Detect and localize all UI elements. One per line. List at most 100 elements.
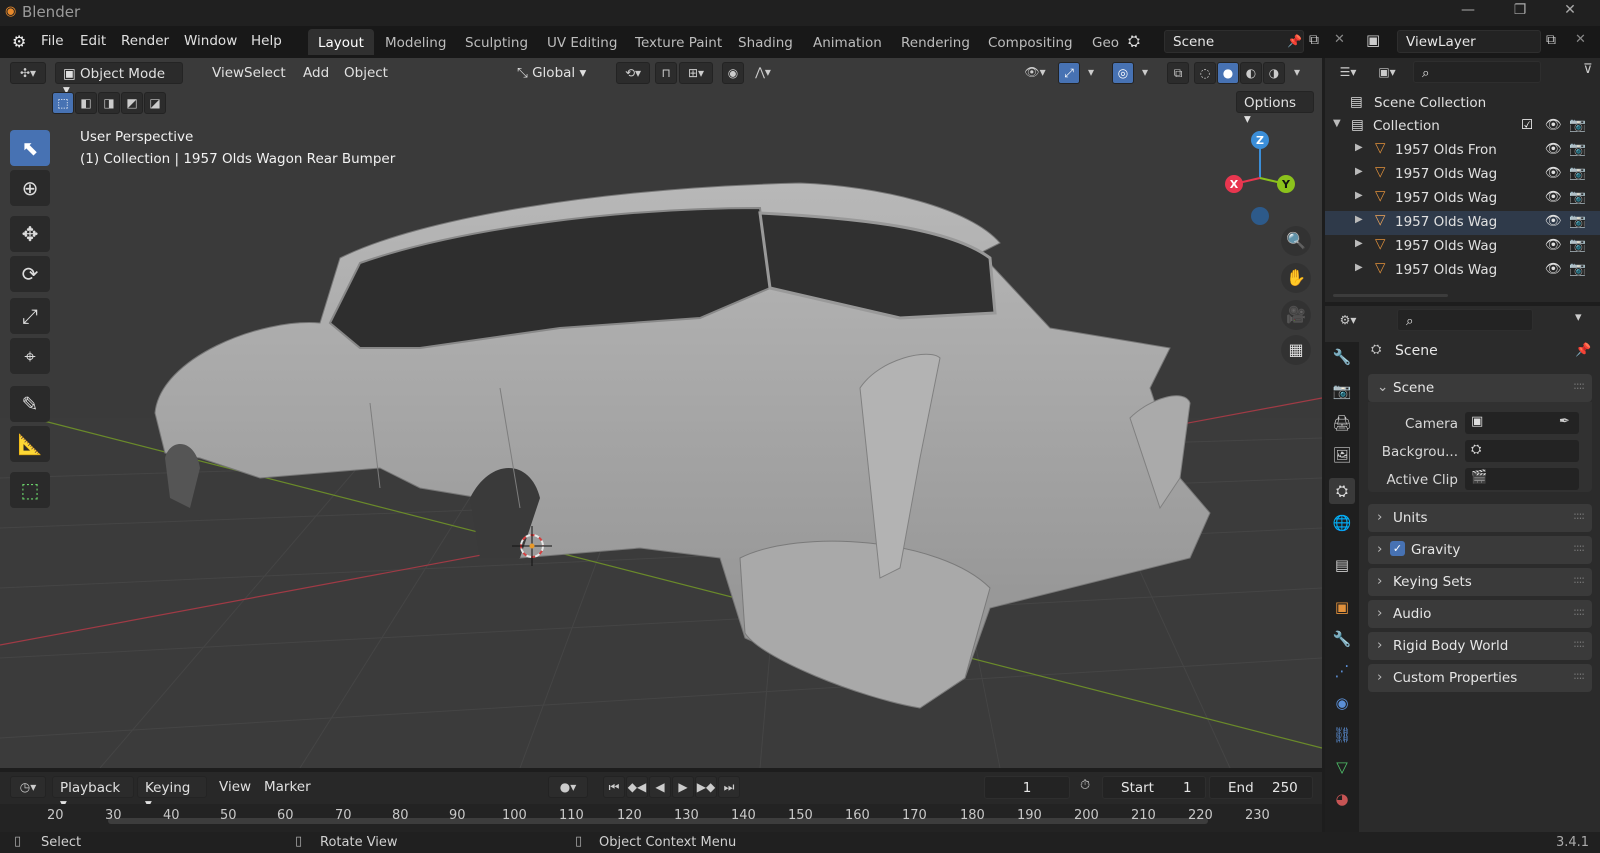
shading-dropdown-icon[interactable]: ▾ bbox=[1288, 62, 1306, 84]
panel-keying-sets[interactable]: › Keying Sets:::: bbox=[1368, 568, 1592, 596]
play-reverse-icon[interactable]: ◀ bbox=[649, 776, 671, 798]
expand-icon[interactable]: ▶ bbox=[1355, 142, 1363, 153]
object-tab-icon[interactable]: ▣ bbox=[1329, 594, 1355, 620]
outliner-row-object[interactable]: ▶ ▽ 1957 Olds Wag 👁 📷 bbox=[1325, 259, 1600, 283]
tab-texture-paint[interactable]: Texture Paint bbox=[625, 29, 732, 55]
pan-view-button[interactable]: ✋ bbox=[1281, 263, 1311, 293]
outliner-editor-type-icon[interactable]: ☰▾ bbox=[1331, 62, 1365, 84]
playback-menu[interactable]: Playback ▾ bbox=[52, 776, 134, 812]
tool-move[interactable]: ✥ bbox=[10, 216, 50, 252]
render-camera-icon[interactable]: 📷 bbox=[1569, 117, 1586, 133]
minimize-button[interactable]: — bbox=[1448, 2, 1488, 24]
render-camera-icon[interactable]: 📷 bbox=[1569, 237, 1586, 253]
select-intersect-icon[interactable]: ◪ bbox=[144, 92, 166, 114]
expand-icon[interactable]: ▶ bbox=[1355, 166, 1363, 177]
prev-keyframe-icon[interactable]: ◆◀ bbox=[626, 776, 648, 798]
wireframe-shading-icon[interactable]: ◌ bbox=[1194, 62, 1216, 84]
marker-menu[interactable]: Marker bbox=[257, 776, 318, 798]
tab-shading[interactable]: Shading bbox=[728, 29, 803, 55]
render-camera-icon[interactable]: 📷 bbox=[1569, 213, 1586, 229]
remove-scene-icon[interactable]: ✕ bbox=[1334, 32, 1345, 47]
end-frame-field[interactable]: End 250 bbox=[1209, 776, 1313, 799]
select-invert-icon[interactable]: ◩ bbox=[121, 92, 143, 114]
eye-icon[interactable]: 👁 bbox=[1545, 261, 1562, 277]
tab-geometry-nodes[interactable]: Geo bbox=[1082, 29, 1129, 55]
collapse-icon[interactable]: ▼ bbox=[1333, 118, 1341, 129]
exclude-checkbox[interactable]: ☑ bbox=[1521, 117, 1533, 133]
tool-measure[interactable]: 📐 bbox=[10, 426, 50, 462]
camera-view-button[interactable]: 🎥 bbox=[1281, 300, 1311, 330]
panel-scene-header[interactable]: ⌄ Scene :::: bbox=[1368, 374, 1592, 402]
drag-handle-icon[interactable]: :::: bbox=[1573, 509, 1585, 522]
outliner-scrollbar[interactable] bbox=[1333, 294, 1448, 297]
expand-icon[interactable]: ▶ bbox=[1355, 262, 1363, 273]
menu-render[interactable]: Render bbox=[121, 33, 169, 49]
data-tab-icon[interactable]: ▽ bbox=[1329, 754, 1355, 780]
outliner-row-object[interactable]: ▶ ▽ 1957 Olds Wag 👁 📷 bbox=[1325, 235, 1600, 259]
drag-handle-icon[interactable]: :::: bbox=[1573, 605, 1585, 618]
tab-sculpting[interactable]: Sculpting bbox=[455, 29, 538, 55]
gravity-checkbox[interactable]: ✓ bbox=[1390, 541, 1405, 556]
pivot-point-icon[interactable]: ⟲▾ bbox=[616, 62, 650, 84]
expand-icon[interactable]: ▶ bbox=[1355, 214, 1363, 225]
falloff-icon[interactable]: ⋀▾ bbox=[746, 62, 780, 84]
collection-tab-icon[interactable]: ▤ bbox=[1329, 552, 1355, 578]
remove-viewlayer-icon[interactable]: ✕ bbox=[1575, 32, 1586, 47]
outliner-row-scene-collection[interactable]: ▤ Scene Collection bbox=[1325, 92, 1600, 116]
timeline-scrollbar[interactable] bbox=[108, 818, 1208, 824]
constraints-tab-icon[interactable]: ⛓ bbox=[1329, 722, 1355, 748]
panel-audio[interactable]: › Audio:::: bbox=[1368, 600, 1592, 628]
outliner-row-object-active[interactable]: ▶ ▽ 1957 Olds Wag 👁 📷 bbox=[1325, 211, 1600, 235]
visibility-icon[interactable]: 👁▾ bbox=[1018, 62, 1052, 84]
object-mode-dropdown[interactable]: ▣ Object Mode ▾ bbox=[55, 62, 183, 98]
panel-custom-properties[interactable]: › Custom Properties:::: bbox=[1368, 664, 1592, 692]
background-field[interactable]: ⛭ bbox=[1465, 440, 1579, 462]
tool-scale[interactable]: ⤢ bbox=[10, 298, 50, 334]
3d-viewport[interactable]: ✣▾ ▣ Object Mode ▾ View Select Add Objec… bbox=[0, 58, 1322, 768]
drag-handle-icon[interactable]: :::: bbox=[1573, 379, 1585, 392]
particles-tab-icon[interactable]: ⋰ bbox=[1329, 658, 1355, 684]
tool-tab-icon[interactable]: 🔧 bbox=[1329, 344, 1355, 370]
properties-editor-type-icon[interactable]: ⚙▾ bbox=[1331, 310, 1365, 332]
select-subtract-icon[interactable]: ◨ bbox=[98, 92, 120, 114]
zoom-view-button[interactable]: 🔍 bbox=[1281, 226, 1311, 256]
options-dropdown[interactable]: Options ▾ bbox=[1236, 91, 1314, 127]
proportional-editing-icon[interactable]: ◉ bbox=[722, 62, 744, 84]
world-tab-icon[interactable]: 🌐 bbox=[1329, 510, 1355, 536]
current-frame-field[interactable]: 1 bbox=[984, 776, 1070, 799]
editor-type-icon[interactable]: ✣▾ bbox=[10, 62, 46, 84]
stopwatch-icon[interactable]: ⏱ bbox=[1080, 778, 1090, 793]
timeline-editor-type-icon[interactable]: ◷▾ bbox=[10, 776, 46, 798]
camera-field[interactable]: ▣ ✒ bbox=[1465, 412, 1579, 434]
tab-compositing[interactable]: Compositing bbox=[978, 29, 1083, 55]
tab-layout[interactable]: Layout bbox=[308, 29, 374, 55]
eye-icon[interactable]: 👁 bbox=[1545, 141, 1562, 157]
render-tab-icon[interactable]: 📷 bbox=[1329, 378, 1355, 404]
menu-edit[interactable]: Edit bbox=[80, 33, 106, 49]
properties-search-input[interactable]: ⌕ bbox=[1397, 309, 1533, 331]
gizmo-toggle-icon[interactable]: ⤢ bbox=[1058, 62, 1080, 84]
scene-tab-icon[interactable]: ⛭ bbox=[1329, 478, 1355, 504]
rendered-shading-icon[interactable]: ◑ bbox=[1263, 62, 1285, 84]
render-camera-icon[interactable]: 📷 bbox=[1569, 165, 1586, 181]
output-tab-icon[interactable]: 🖨 bbox=[1329, 410, 1355, 436]
expand-icon[interactable]: ▶ bbox=[1355, 190, 1363, 201]
menu-window[interactable]: Window bbox=[184, 33, 237, 49]
active-clip-field[interactable]: 🎬 bbox=[1465, 468, 1579, 490]
next-keyframe-icon[interactable]: ▶◆ bbox=[695, 776, 717, 798]
tool-rotate[interactable]: ⟳ bbox=[10, 256, 50, 292]
render-camera-icon[interactable]: 📷 bbox=[1569, 141, 1586, 157]
drag-handle-icon[interactable]: :::: bbox=[1573, 541, 1585, 554]
view-layer-tab-icon[interactable]: 🖼 bbox=[1329, 442, 1355, 468]
tool-cursor[interactable]: ⊕ bbox=[10, 170, 50, 206]
new-viewlayer-icon[interactable]: ⧉ bbox=[1546, 32, 1556, 48]
jump-end-icon[interactable]: ⏭ bbox=[718, 776, 740, 798]
modifier-tab-icon[interactable]: 🔧 bbox=[1329, 626, 1355, 652]
timeline-view-menu[interactable]: View bbox=[212, 776, 258, 798]
eyedropper-icon[interactable]: ✒ bbox=[1559, 414, 1570, 429]
outliner-row-object[interactable]: ▶ ▽ 1957 Olds Wag 👁 📷 bbox=[1325, 187, 1600, 211]
render-camera-icon[interactable]: 📷 bbox=[1569, 261, 1586, 277]
select-new-icon[interactable]: ⬚ bbox=[52, 92, 74, 114]
ortho-toggle-button[interactable]: ▦ bbox=[1281, 335, 1311, 365]
jump-start-icon[interactable]: ⏮ bbox=[603, 776, 625, 798]
